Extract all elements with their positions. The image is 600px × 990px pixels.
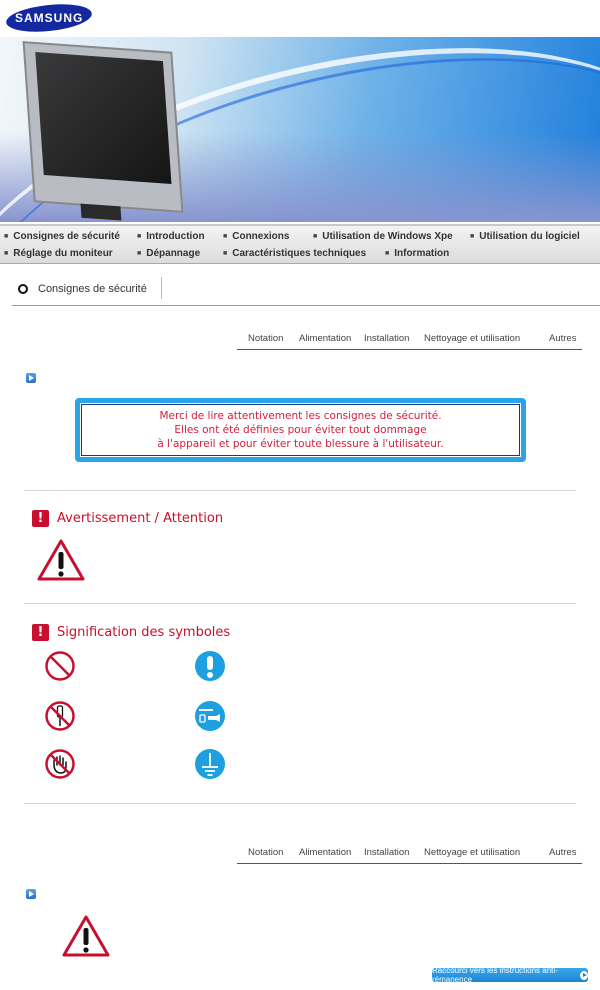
tab-notation[interactable]: Notation xyxy=(248,847,283,858)
warning-triangle-icon xyxy=(37,539,85,581)
tab-installation[interactable]: Installation xyxy=(364,847,409,858)
important-icon xyxy=(195,651,225,681)
tab-installation[interactable]: Installation xyxy=(364,333,409,344)
monitor-image xyxy=(22,41,184,221)
nav-consignes[interactable]: Consignes de sécurité xyxy=(4,231,120,242)
prohibited-icon xyxy=(45,651,75,681)
nav-depannage[interactable]: Dépannage xyxy=(137,248,200,259)
nav-logiciel[interactable]: Utilisation du logiciel xyxy=(470,231,580,242)
play-icon xyxy=(26,889,36,899)
safety-notice: Merci de lire attentivement les consigne… xyxy=(75,398,526,462)
divider xyxy=(24,603,576,604)
nav-caracteristiques[interactable]: Caractéristiques techniques xyxy=(223,248,366,259)
tab-bar-top: Notation Alimentation Installation Netto… xyxy=(237,328,582,350)
divider xyxy=(24,803,576,804)
main-nav: Consignes de sécurité Introduction Conne… xyxy=(0,224,600,264)
play-icon xyxy=(26,373,36,383)
nav-introduction[interactable]: Introduction xyxy=(137,231,204,242)
symbols-heading: ! Signification des symboles xyxy=(32,624,230,641)
tab-alimentation[interactable]: Alimentation xyxy=(299,847,351,858)
divider xyxy=(12,305,600,306)
tab-bar-bottom: Notation Alimentation Installation Netto… xyxy=(237,842,582,864)
ground-icon xyxy=(195,749,225,779)
section-title: Consignes de sécurité xyxy=(14,277,162,299)
exclamation-icon: ! xyxy=(32,624,49,641)
tab-nettoyage[interactable]: Nettoyage et utilisation xyxy=(424,333,520,344)
warning-heading: ! Avertissement / Attention xyxy=(32,510,223,527)
tab-nettoyage[interactable]: Nettoyage et utilisation xyxy=(424,847,520,858)
anti-burn-in-shortcut-button[interactable]: Raccourci vers les instructions anti-rém… xyxy=(432,966,588,984)
arrow-right-icon xyxy=(580,970,588,980)
nav-reglage[interactable]: Réglage du moniteur xyxy=(4,248,112,259)
tab-autres[interactable]: Autres xyxy=(549,333,576,344)
tab-autres[interactable]: Autres xyxy=(549,847,576,858)
tab-notation[interactable]: Notation xyxy=(248,333,283,344)
no-touch-icon xyxy=(45,749,75,779)
header-banner xyxy=(0,37,600,222)
samsung-logo[interactable]: SAMSUNG xyxy=(4,0,94,36)
nav-connexions[interactable]: Connexions xyxy=(223,231,289,242)
unplug-icon xyxy=(195,701,225,731)
warning-triangle-icon xyxy=(62,915,110,957)
no-disassembly-icon xyxy=(45,701,75,731)
circle-icon xyxy=(18,284,28,294)
exclamation-icon: ! xyxy=(32,510,49,527)
nav-information[interactable]: Information xyxy=(385,248,449,259)
divider xyxy=(24,490,576,491)
tab-alimentation[interactable]: Alimentation xyxy=(299,333,351,344)
nav-windows-xpe[interactable]: Utilisation de Windows Xpe xyxy=(313,231,452,242)
